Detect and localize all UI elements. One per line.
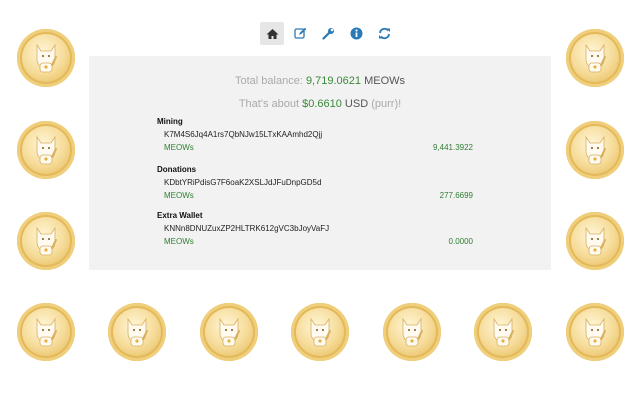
wallet-mining: Mining K7M4S6Jq4A1rs7QbNJw15LTxKAAmhd2Qj… xyxy=(157,117,473,152)
wallet-unit: MEOWs xyxy=(164,191,194,200)
wallet-address[interactable]: K7M4S6Jq4A1rs7QbNJw15LTxKAAmhd2Qjj xyxy=(157,130,473,143)
edit-icon xyxy=(293,27,306,39)
home-icon xyxy=(266,28,278,39)
refresh-button[interactable] xyxy=(372,22,396,45)
lucky-cat-coin-icon xyxy=(17,121,75,179)
wallet-address[interactable]: KNNn8DNUZuxZP2HLTRK612gVC3bJoyVaFJ xyxy=(157,224,473,237)
home-button[interactable] xyxy=(260,22,284,45)
wallet-name: Mining xyxy=(157,117,183,126)
lucky-cat-coin-icon xyxy=(474,303,532,361)
total-unit: MEOWs xyxy=(364,75,406,87)
usd-unit: USD xyxy=(344,98,369,110)
wallet-extra: Extra Wallet KNNn8DNUZuxZP2HLTRK612gVC3b… xyxy=(157,211,473,246)
wrench-icon xyxy=(321,28,334,40)
lucky-cat-coin-icon xyxy=(383,303,441,361)
settings-button[interactable] xyxy=(316,22,340,45)
lucky-cat-coin-icon xyxy=(108,303,166,361)
wallet-name: Extra Wallet xyxy=(157,211,203,220)
lucky-cat-coin-icon xyxy=(291,303,349,361)
usd-amount: $0.6610 xyxy=(302,98,342,110)
lucky-cat-coin-icon xyxy=(17,29,75,87)
toolbar xyxy=(260,22,396,45)
lucky-cat-coin-icon xyxy=(566,29,624,87)
lucky-cat-coin-icon xyxy=(566,121,624,179)
total-value: 9,719.0621 xyxy=(305,75,361,87)
edit-button[interactable] xyxy=(288,22,312,45)
wallet-address[interactable]: KDbtYRiPdisG7F6oaK2XSLJdJFuDnpGD5d xyxy=(157,178,473,191)
lucky-cat-coin-icon xyxy=(17,212,75,270)
wallet-balance: 277.6699 xyxy=(439,191,473,200)
wallet-donations: Donations KDbtYRiPdisG7F6oaK2XSLJdJFuDnp… xyxy=(157,165,473,200)
refresh-icon xyxy=(378,27,390,40)
info-button[interactable] xyxy=(344,22,368,45)
wallet-unit: MEOWs xyxy=(164,237,194,246)
usd-prefix: That's about xyxy=(238,98,300,110)
wallet-unit: MEOWs xyxy=(164,143,194,152)
lucky-cat-coin-icon xyxy=(17,303,75,361)
info-icon xyxy=(350,27,362,40)
total-label: Total balance: xyxy=(234,75,303,87)
usd-suffix: (purr)! xyxy=(371,98,402,110)
wallet-name: Donations xyxy=(157,165,197,174)
wallet-balance: 0.0000 xyxy=(448,237,473,246)
lucky-cat-coin-icon xyxy=(566,212,624,270)
lucky-cat-coin-icon xyxy=(566,303,624,361)
usd-value: That's about $0.6610 USD (purr)! xyxy=(89,98,551,110)
wallet-balance: 9,441.3922 xyxy=(432,143,473,152)
balance-panel: Total balance: 9,719.0621 MEOWs That's a… xyxy=(89,56,551,270)
lucky-cat-coin-icon xyxy=(200,303,258,361)
total-balance: Total balance: 9,719.0621 MEOWs xyxy=(89,75,551,87)
